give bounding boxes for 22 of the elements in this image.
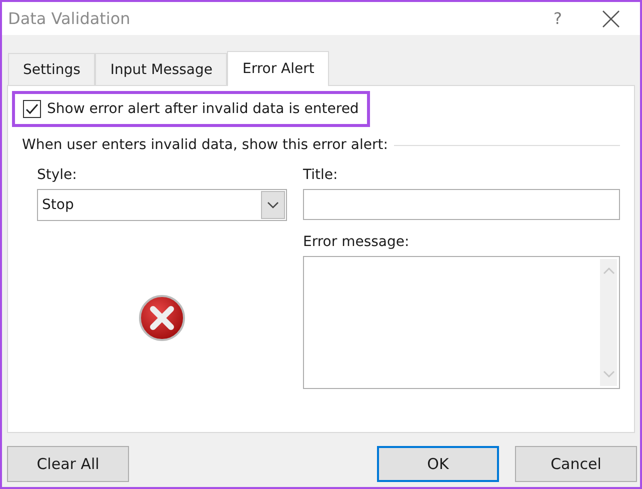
checkbox[interactable] bbox=[23, 100, 41, 118]
error-message-field[interactable] bbox=[303, 256, 620, 389]
checkbox-label[interactable]: Show error alert after invalid data is entered bbox=[47, 101, 359, 117]
style-label: Style: bbox=[37, 167, 78, 183]
close-icon[interactable] bbox=[602, 10, 620, 28]
tab[interactable]: Settings bbox=[8, 53, 96, 85]
tab[interactable]: Input Message bbox=[95, 53, 228, 85]
error-icon bbox=[138, 294, 186, 342]
scroll-up-icon[interactable] bbox=[602, 267, 614, 275]
title-label: Title: bbox=[303, 167, 339, 183]
scroll-down-icon[interactable] bbox=[602, 370, 614, 378]
style-dropdown[interactable]: Stop bbox=[37, 189, 287, 221]
scrollbar[interactable] bbox=[600, 259, 617, 386]
group-label: When user enters invalid data, show this error alert: bbox=[22, 137, 388, 153]
title-field[interactable] bbox=[303, 189, 620, 220]
dialog-button[interactable]: OK bbox=[377, 446, 499, 482]
tab[interactable]: Error Alert bbox=[227, 51, 330, 86]
window-title: Data Validation bbox=[8, 9, 130, 28]
help-button[interactable]: ? bbox=[554, 9, 562, 28]
error-message-label: Error message: bbox=[303, 234, 410, 250]
dialog-button[interactable]: Clear All bbox=[7, 446, 129, 482]
dialog-button[interactable]: Cancel bbox=[515, 446, 637, 482]
